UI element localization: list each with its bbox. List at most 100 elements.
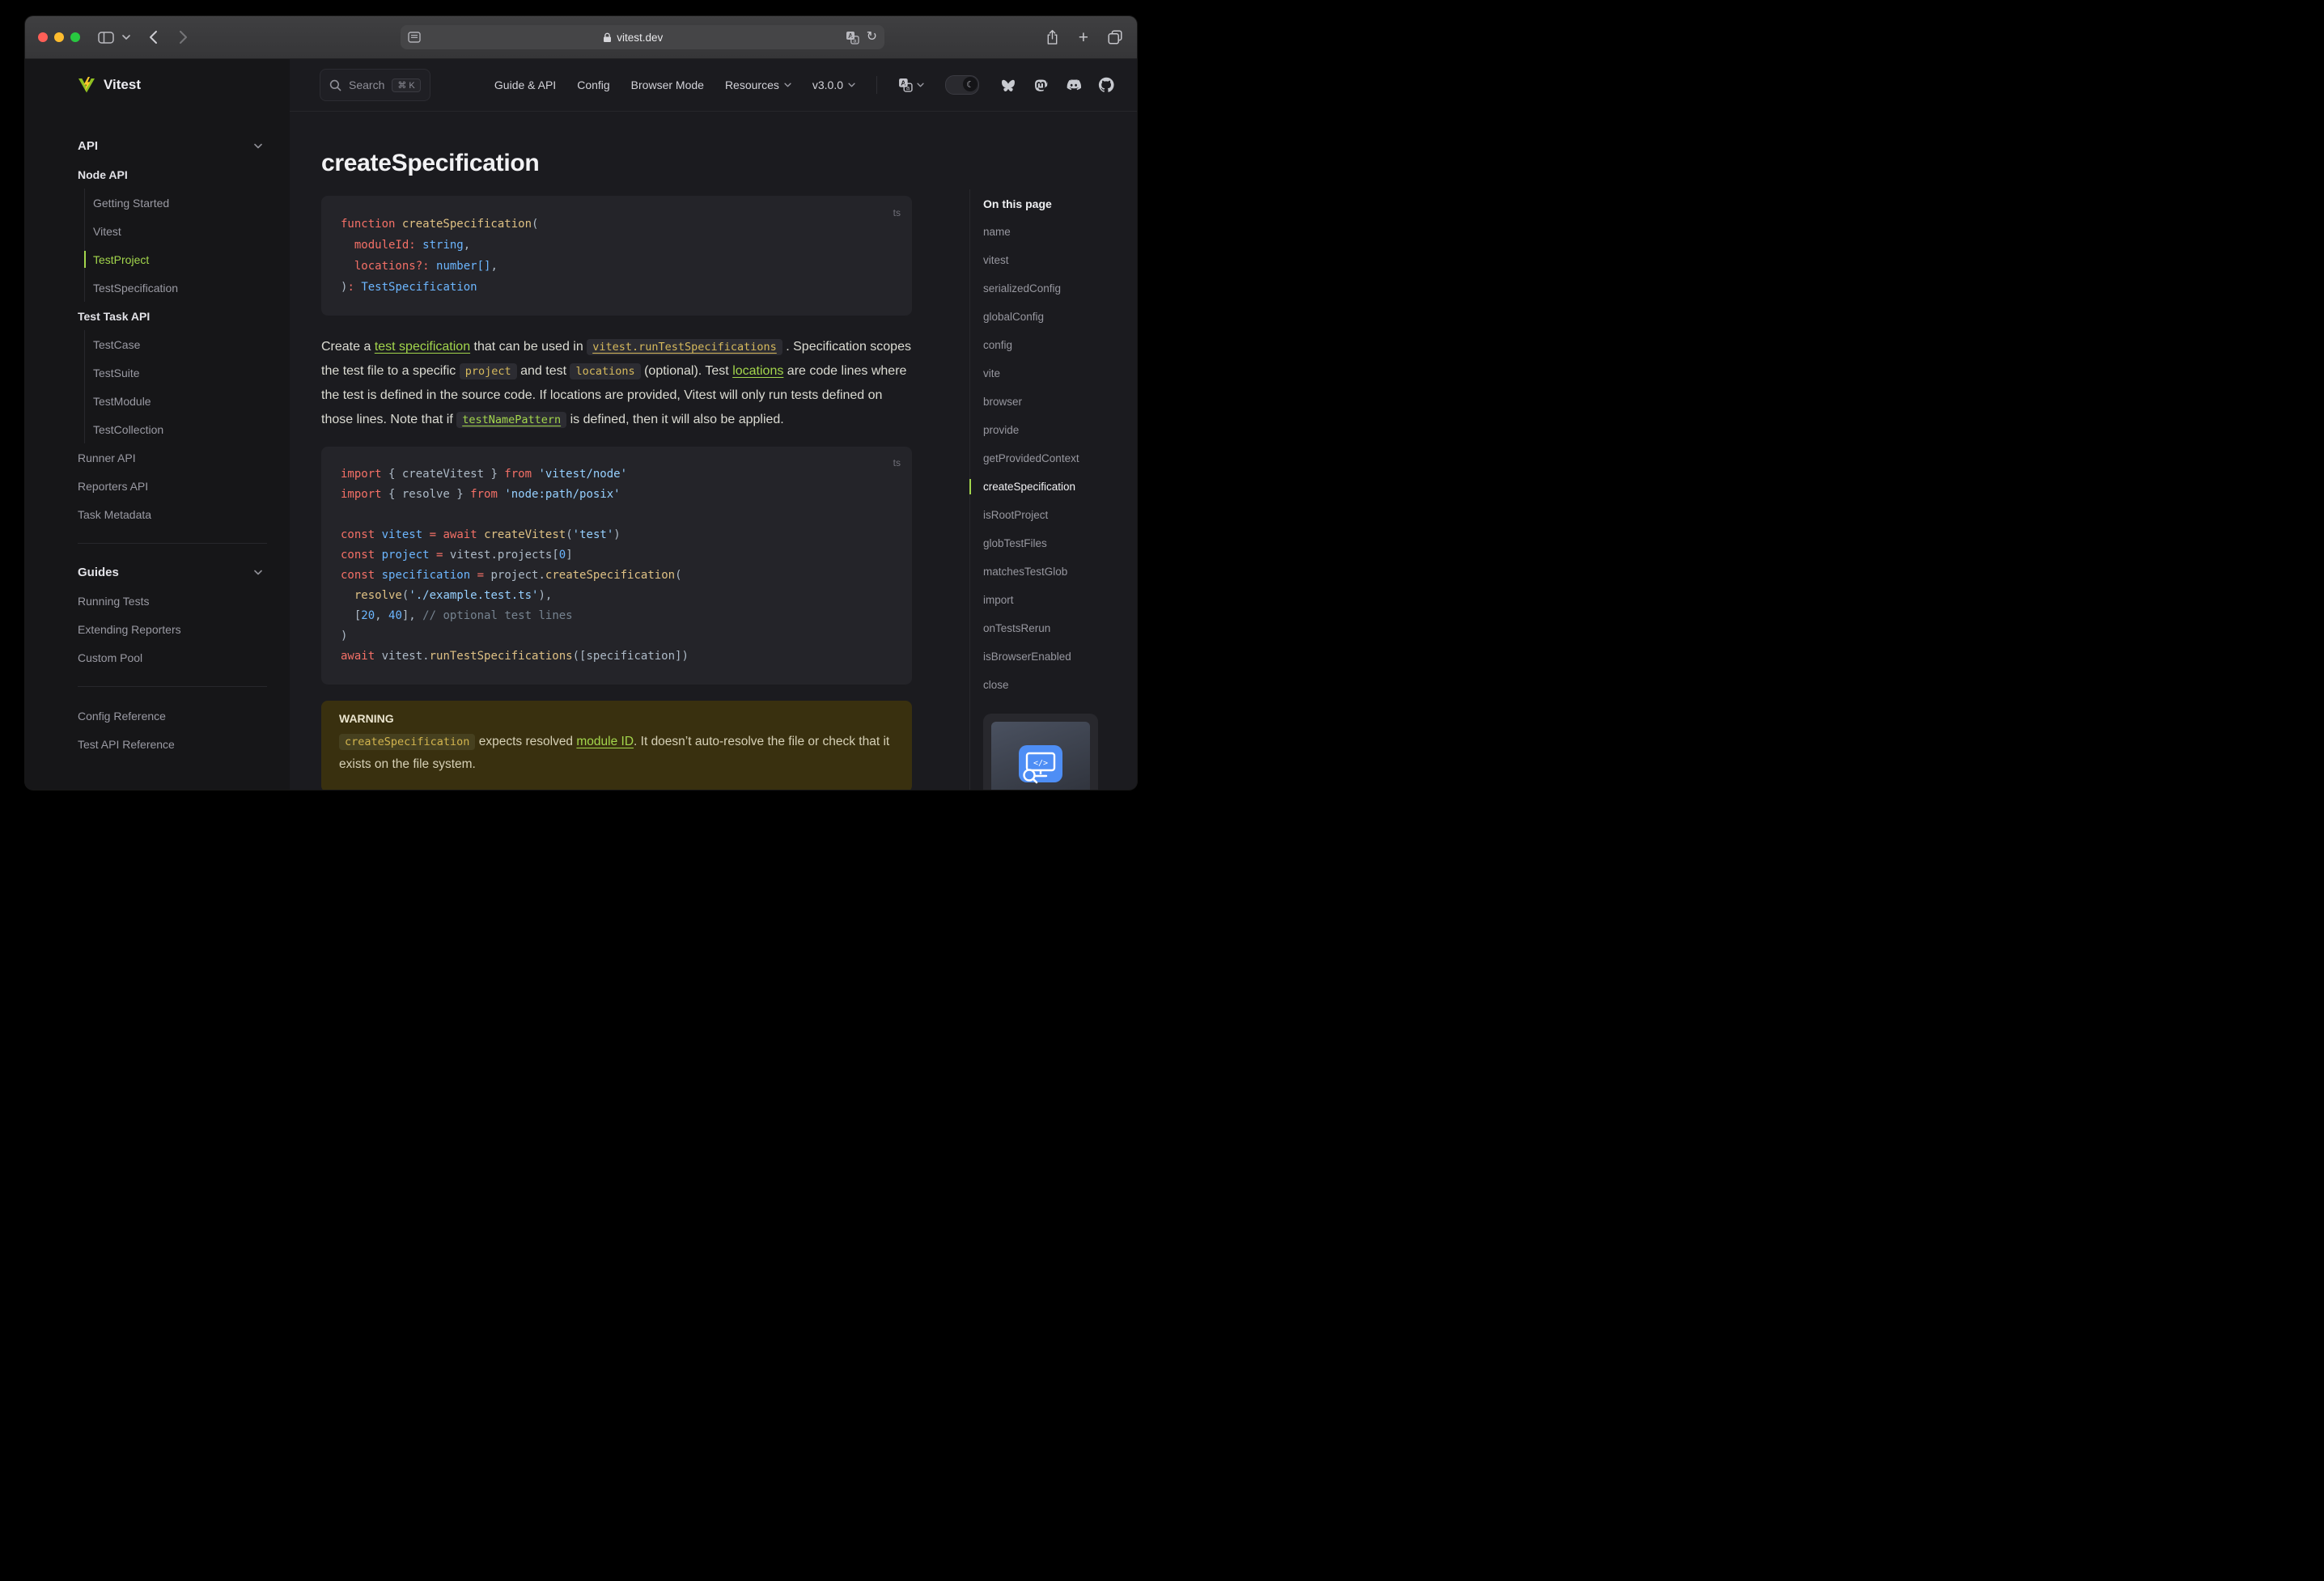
toc-item[interactable]: browser: [983, 388, 1123, 416]
toc-item[interactable]: isBrowserEnabled: [983, 642, 1123, 671]
bluesky-icon[interactable]: [1000, 78, 1016, 92]
vitest-logo[interactable]: Vitest: [25, 59, 290, 111]
theme-toggle[interactable]: ☾: [945, 75, 979, 95]
toc-item[interactable]: import: [983, 586, 1123, 614]
sidebar-item[interactable]: Test API Reference: [78, 730, 267, 758]
sidebar-item[interactable]: TestCollection: [93, 415, 267, 443]
back-button[interactable]: [148, 30, 158, 45]
reader-icon[interactable]: [408, 32, 421, 43]
toc-item[interactable]: serializedConfig: [983, 274, 1123, 303]
nav-link-browser-mode[interactable]: Browser Mode: [631, 78, 704, 91]
description-paragraph: Create a test specification that can be …: [321, 335, 912, 432]
search-button[interactable]: Search ⌘ K: [320, 69, 430, 101]
inline-code-link[interactable]: vitest.runTestSpecifications: [587, 339, 782, 355]
toc-item[interactable]: vitest: [983, 246, 1123, 274]
doc-page: Search ⌘ K Guide & API Config Browser Mo…: [290, 59, 1137, 790]
inline-code: project: [459, 363, 517, 379]
toc-item[interactable]: name: [983, 218, 1123, 246]
inline-link[interactable]: locations: [732, 364, 783, 378]
translate-icon: A a: [899, 78, 913, 92]
close-window-button[interactable]: [38, 32, 48, 42]
toc-item[interactable]: close: [983, 671, 1123, 699]
toc-item[interactable]: onTestsRerun: [983, 614, 1123, 642]
logo-text: Vitest: [104, 77, 141, 92]
sidebar-item[interactable]: Running Tests: [78, 587, 267, 615]
sidebar-item[interactable]: Custom Pool: [78, 643, 267, 672]
sidebar-toggle-button[interactable]: [98, 31, 114, 45]
toc-item[interactable]: vite: [983, 359, 1123, 388]
promo-card[interactable]: </>: [983, 714, 1098, 790]
github-icon[interactable]: [1098, 77, 1114, 93]
inline-code-link[interactable]: testNamePattern: [456, 412, 567, 428]
reload-button[interactable]: ↻: [867, 31, 877, 44]
sidebar-item[interactable]: TestModule: [93, 387, 267, 415]
inline-code: locations: [570, 363, 641, 379]
code-line: locations?: number[],: [354, 260, 498, 273]
code-line: const project = vitest.projects[0]: [341, 549, 573, 562]
safari-window: vitest.dev A a ↻ + Vitest API Node API G…: [25, 16, 1137, 790]
vitest-logo-icon: [78, 77, 95, 93]
sidebar-item-test-task-api[interactable]: Test Task API: [78, 302, 267, 330]
sidebar-section-guides-label: Guides: [78, 566, 119, 579]
sidebar-item[interactable]: Runner API: [78, 443, 267, 472]
warning-body: createSpecification expects resolved mod…: [339, 731, 894, 776]
chevron-down-icon: [784, 83, 791, 87]
toc-item[interactable]: getProvidedContext: [983, 444, 1123, 473]
toc-item[interactable]: globalConfig: [983, 303, 1123, 331]
minimize-window-button[interactable]: [54, 32, 64, 42]
nav-dropdown-resources[interactable]: Resources: [725, 78, 791, 91]
toc-item[interactable]: matchesTestGlob: [983, 557, 1123, 586]
inline-link[interactable]: test specification: [375, 340, 470, 354]
tab-overview-button[interactable]: [1108, 30, 1122, 45]
moon-icon: ☾: [966, 79, 974, 90]
search-label: Search: [349, 78, 385, 91]
toc-item[interactable]: config: [983, 331, 1123, 359]
sidebar-item[interactable]: Extending Reporters: [78, 615, 267, 643]
sidebar-item-node-api[interactable]: Node API: [78, 160, 267, 189]
nav-link-config[interactable]: Config: [577, 78, 609, 91]
svg-text:A: A: [901, 78, 905, 87]
svg-text:a: a: [853, 38, 856, 44]
address-bar[interactable]: vitest.dev A a ↻: [401, 25, 884, 49]
sidebar-item[interactable]: TestSpecification: [93, 273, 267, 302]
sidebar-item[interactable]: Config Reference: [78, 701, 267, 730]
nav-dropdown-version[interactable]: v3.0.0: [812, 78, 855, 91]
toc-item[interactable]: globTestFiles: [983, 529, 1123, 557]
sidebar-guides-links: Running Tests Extending Reporters Custom P…: [78, 587, 267, 672]
sidebar-item[interactable]: Getting Started: [93, 189, 267, 217]
toc-item[interactable]: provide: [983, 416, 1123, 444]
code-content: function createSpecification( moduleId: …: [341, 214, 893, 298]
doc-sidebar: Vitest API Node API Getting Started Vites…: [25, 59, 290, 790]
chevron-down-icon: [848, 83, 855, 87]
sidebar-section-guides[interactable]: Guides: [78, 558, 267, 587]
share-button[interactable]: [1045, 29, 1059, 45]
sidebar-item[interactable]: TestSuite: [93, 358, 267, 387]
sidebar-item[interactable]: Vitest: [93, 217, 267, 245]
sidebar-item[interactable]: Task Metadata: [78, 500, 267, 528]
toc-item[interactable]: isRootProject: [983, 501, 1123, 529]
language-switcher[interactable]: A a: [898, 78, 924, 92]
inline-link[interactable]: module ID: [576, 735, 634, 748]
zoom-window-button[interactable]: [70, 32, 80, 42]
traffic-lights: [38, 32, 80, 42]
discord-icon[interactable]: [1065, 77, 1082, 93]
sidebar-item[interactable]: TestProject: [84, 245, 267, 273]
toc-item[interactable]: createSpecification: [969, 473, 1123, 501]
sidebar-item[interactable]: Reporters API: [78, 472, 267, 500]
new-tab-button[interactable]: +: [1079, 29, 1088, 46]
translate-icon[interactable]: A a: [846, 31, 859, 45]
sidebar-chevron-button[interactable]: [122, 34, 130, 40]
search-icon: [329, 79, 341, 91]
sidebar-section-api[interactable]: API: [78, 132, 267, 160]
text-segment: Create a: [321, 340, 375, 354]
page-title: createSpecification: [321, 150, 540, 176]
content-area: createSpecification ts function createSp…: [290, 112, 1137, 790]
mastodon-icon[interactable]: [1033, 77, 1049, 93]
chevron-down-icon: [254, 143, 262, 149]
navbar-divider: [876, 76, 877, 94]
code-line: [20, 40], // optional test lines: [341, 609, 573, 622]
sidebar-item[interactable]: TestCase: [93, 330, 267, 358]
nav-link-guide-api[interactable]: Guide & API: [494, 78, 556, 91]
forward-button[interactable]: [179, 30, 189, 45]
code-line: resolve('./example.test.ts'),: [354, 589, 553, 602]
